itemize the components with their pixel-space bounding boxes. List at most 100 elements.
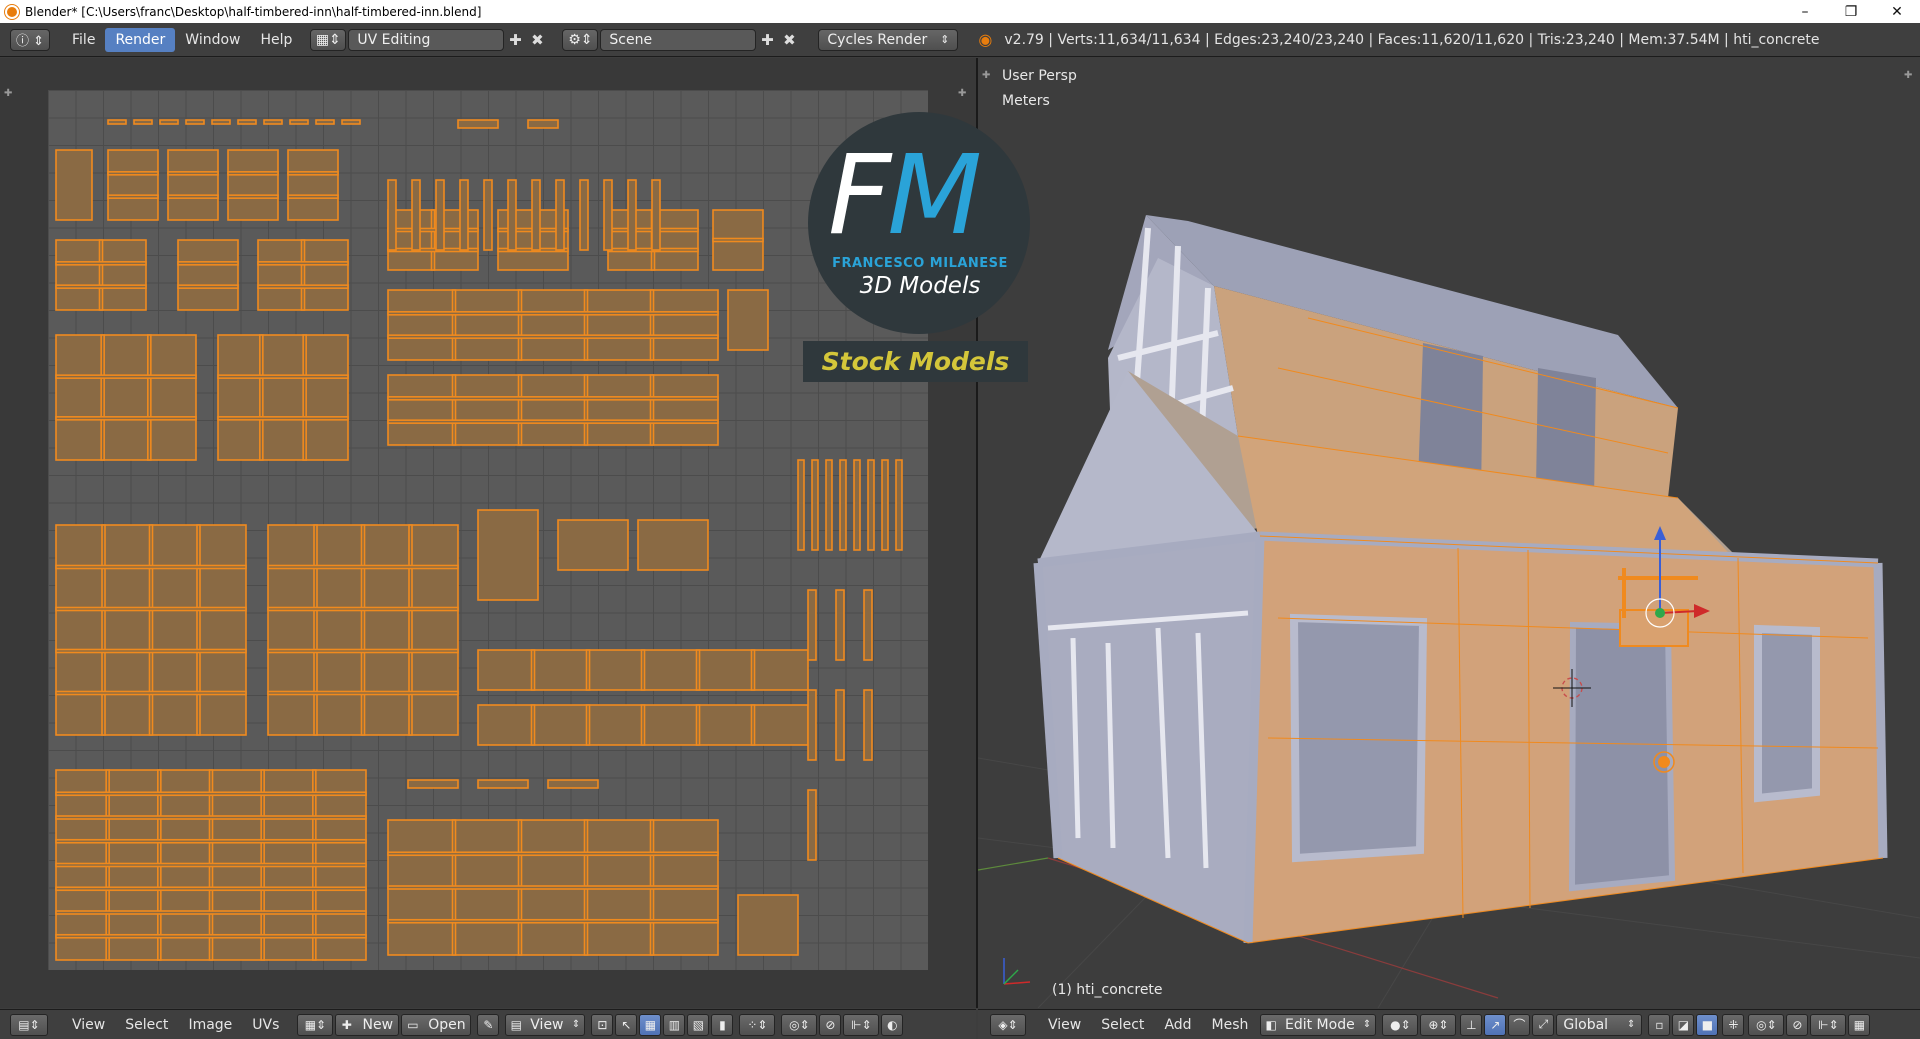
open-image-button[interactable]: ▭ Open [401, 1013, 472, 1036]
snap-element-menu[interactable]: ⊩⇕ [1810, 1013, 1847, 1036]
add-screen-button[interactable]: ✚ [504, 29, 526, 51]
uv-canvas[interactable] [48, 90, 928, 970]
blender-version-icon: ◉ [978, 30, 993, 49]
overlay-extra-button[interactable]: ▦ [1848, 1013, 1871, 1036]
uv-edge-strip [387, 851, 719, 857]
translate-manipulator-button[interactable]: ↗ [1484, 1013, 1507, 1036]
region-toggle-right-icon[interactable]: ✚ [958, 88, 966, 99]
uv-edge-strip [101, 524, 106, 736]
uv-edge-strip [712, 237, 764, 243]
uv-menu-select[interactable]: Select [115, 1017, 178, 1033]
screen-layout-field[interactable]: UV Editing [348, 28, 505, 51]
manipulator-toggle[interactable]: ⊥ [1460, 1013, 1483, 1036]
snap-element-select[interactable]: ⊩⇕ [843, 1013, 880, 1036]
uv-edge-strip [196, 524, 201, 736]
uv-edge-strip [107, 171, 159, 176]
logo-letter-m: M [887, 131, 982, 259]
uv-strip [527, 119, 559, 129]
region-toggle-left-icon[interactable]: ✚ [4, 88, 12, 99]
limit-selection-button[interactable]: ⁜ [1722, 1013, 1745, 1036]
uv-strip [185, 119, 205, 125]
vertex-select-mode-button[interactable]: ▫ [1648, 1013, 1671, 1036]
minimize-button[interactable]: – [1782, 0, 1828, 23]
image-browse-icon: ▦⇕ [304, 1017, 327, 1032]
sync-selection-button[interactable]: ↖ [615, 1013, 638, 1036]
edge-select-icon: ▥ [668, 1017, 681, 1032]
logo-letter-f: F [828, 131, 891, 259]
pin-image-button[interactable]: ✎ [477, 1013, 500, 1036]
snapping-button[interactable]: ⊘ [1786, 1013, 1809, 1036]
rotate-icon: ⌒ [1513, 1018, 1526, 1032]
uv-menu-uvs[interactable]: UVs [242, 1017, 289, 1033]
render-engine-select[interactable]: Cycles Render ⇕ [818, 28, 959, 51]
uv-edge-strip [55, 933, 367, 939]
uv-strip [107, 119, 127, 125]
uv-edge-strip [313, 524, 318, 736]
menu-help[interactable]: Help [250, 28, 302, 52]
pivot-point-icon: ⊕⇕ [1428, 1017, 1449, 1032]
inn-model [978, 215, 1920, 1008]
pivot-button[interactable]: ⊡ [591, 1013, 614, 1036]
uv-strip [881, 459, 889, 551]
snap-button[interactable]: ⊘ [819, 1013, 842, 1036]
island-select-button[interactable]: ▮ [711, 1013, 734, 1036]
edge-select-mode-button[interactable]: ◪ [1672, 1013, 1695, 1036]
editor-type-3d-button[interactable]: ◈⇕ [990, 1013, 1026, 1036]
uv-strip [579, 179, 589, 251]
uv-edge-strip [585, 704, 591, 746]
vertex-mode-icon: ▫ [1655, 1017, 1664, 1032]
uv-menu-view[interactable]: View [62, 1017, 115, 1033]
transform-orientation-select[interactable]: Global ⇕ [1556, 1013, 1643, 1036]
sticky-mode-select[interactable]: ⁘⇕ [739, 1013, 776, 1036]
add-scene-button[interactable]: ✚ [756, 29, 778, 51]
edge-select-button[interactable]: ▥ [663, 1013, 686, 1036]
proportional-icon: ◎⇕ [789, 1017, 810, 1032]
uv-edge-strip [55, 284, 147, 289]
uv-extra-button[interactable]: ◐ [881, 1013, 904, 1036]
interaction-mode-select[interactable]: ◧ Edit Mode ⇕ [1260, 1013, 1377, 1036]
uv-edge-strip [107, 194, 159, 199]
3d-menu-add[interactable]: Add [1154, 1017, 1201, 1033]
uv-island [737, 894, 799, 956]
view-mode-icon: ▤ [510, 1017, 522, 1032]
face-select-mode-button[interactable]: ■ [1696, 1013, 1719, 1036]
rotate-manipulator-button[interactable]: ⌒ [1508, 1013, 1531, 1036]
uv-edge-strip [100, 334, 105, 461]
restore-button[interactable]: ❐ [1828, 0, 1874, 23]
3d-menu-mesh[interactable]: Mesh [1202, 1017, 1259, 1033]
editor-type-info-button[interactable]: ⓘ ⇕ [10, 28, 50, 51]
3d-menu-select[interactable]: Select [1091, 1017, 1154, 1033]
scene-menu-button[interactable]: ⚙⇕ [562, 28, 599, 51]
scene-field[interactable]: Scene [600, 28, 757, 51]
uv-island [227, 149, 279, 221]
delete-scene-button[interactable]: ✖ [778, 29, 800, 51]
pivot-point-select[interactable]: ⊕⇕ [1420, 1013, 1457, 1036]
proportional-editing-select[interactable]: ◎⇕ [1748, 1013, 1785, 1036]
menu-file[interactable]: File [62, 28, 105, 52]
uv-editor-header: ▤⇕ View Select Image UVs ▦⇕ ✚ New ▭ Open ✎… [0, 1009, 976, 1039]
uv-edge-strip [147, 334, 152, 461]
new-image-button[interactable]: ✚ New [335, 1013, 400, 1036]
scale-manipulator-button[interactable]: ⤢ [1532, 1013, 1555, 1036]
uv-strip [835, 589, 845, 661]
uv-menu-image[interactable]: Image [178, 1017, 242, 1033]
delete-screen-button[interactable]: ✖ [526, 29, 548, 51]
menu-window[interactable]: Window [175, 28, 250, 52]
browse-image-button[interactable]: ▦⇕ [297, 1013, 334, 1036]
3d-menu-view[interactable]: View [1038, 1017, 1091, 1033]
face-select-button[interactable]: ▧ [687, 1013, 710, 1036]
screen-layout-menu-button[interactable]: ▦⇕ [310, 28, 347, 51]
uv-strip [531, 179, 541, 251]
uv-edge-strip [55, 815, 367, 820]
close-button[interactable]: ✕ [1874, 0, 1920, 23]
3d-viewport[interactable]: User Persp Meters ✚ ✚ (1) hti_concrete [978, 58, 1920, 1008]
vertex-select-button[interactable]: ▦ [639, 1013, 662, 1036]
uv-strip [457, 119, 499, 129]
proportional-edit-button[interactable]: ◎⇕ [781, 1013, 818, 1036]
uv-edge-strip [177, 261, 239, 266]
view-mode-select[interactable]: ▤ View ⇕ [505, 1013, 586, 1036]
menu-render[interactable]: Render [105, 27, 176, 52]
shading-select[interactable]: ●⇕ [1382, 1013, 1419, 1036]
uv-strip [407, 779, 459, 789]
editor-type-image-button[interactable]: ▤⇕ [10, 1013, 48, 1036]
